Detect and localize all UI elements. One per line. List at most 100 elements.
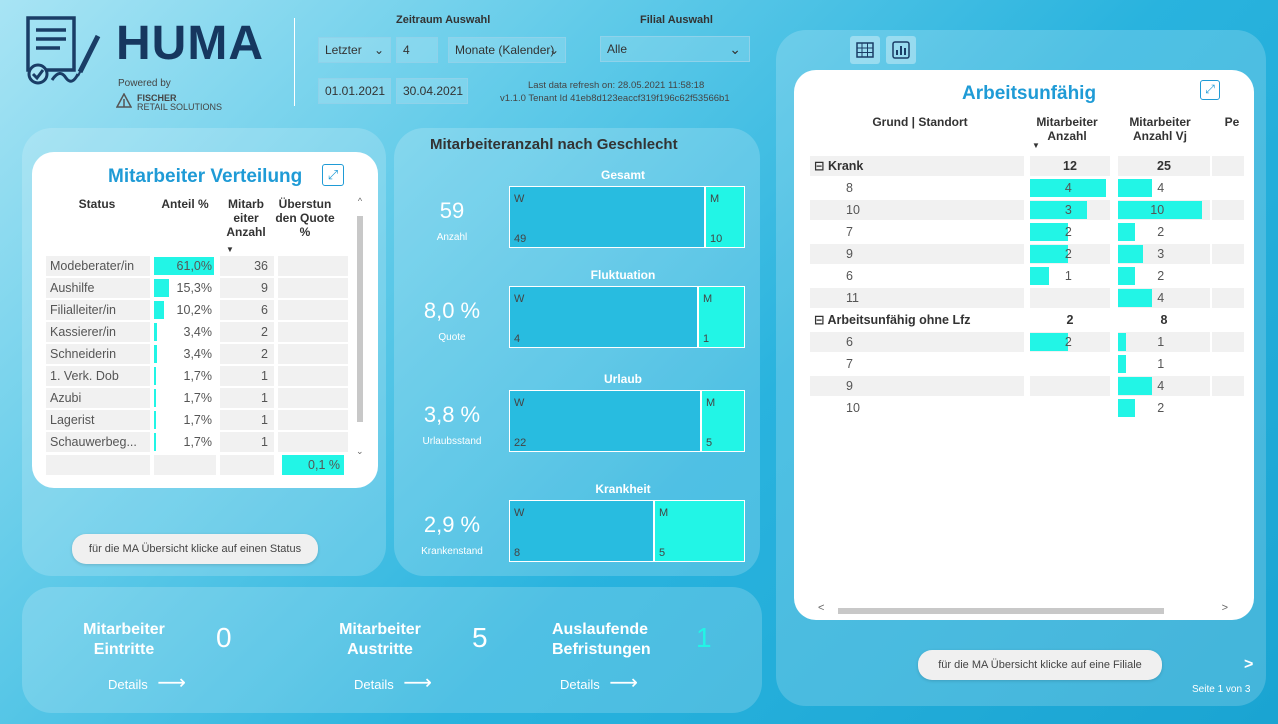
anzahl-cell[interactable]: 9 — [220, 278, 274, 298]
anzahl-cell[interactable]: 1 — [1030, 266, 1110, 286]
anteil-cell[interactable]: 10,2% — [154, 300, 216, 320]
ueber-cell[interactable] — [278, 344, 348, 364]
anzahl-cell[interactable]: 4 — [1030, 178, 1110, 198]
more-cell[interactable] — [1212, 310, 1244, 330]
col-ueberstunden[interactable]: Überstun den Quote % — [274, 197, 336, 239]
standort-cell[interactable]: 10 — [810, 398, 1024, 418]
vj-cell[interactable]: 4 — [1118, 376, 1210, 396]
col-au-vj[interactable]: Mitarbeiter Anzahl Vj — [1114, 115, 1206, 143]
vj-cell[interactable]: 10 — [1118, 200, 1210, 220]
austritte-details[interactable]: Details ⟶ — [354, 670, 432, 695]
vj-cell[interactable]: 4 — [1118, 178, 1210, 198]
vj-cell[interactable]: 3 — [1118, 244, 1210, 264]
vj-cell[interactable]: 2 — [1118, 222, 1210, 242]
anzahl-cell[interactable]: 1 — [220, 388, 274, 408]
status-cell[interactable]: Schneiderin — [46, 344, 150, 364]
standort-cell[interactable]: 7 — [810, 222, 1024, 242]
ueber-cell[interactable] — [278, 300, 348, 320]
group-row-label[interactable]: ⊟ Arbeitsunfähig ohne Lfz — [810, 310, 1024, 330]
scroll-down-icon[interactable]: ⌄ — [356, 446, 364, 457]
period-mode-select[interactable]: Letzter ⌄ — [318, 37, 391, 63]
anzahl-cell[interactable]: 1 — [220, 410, 274, 430]
anteil-cell[interactable]: 61,0% — [154, 256, 216, 276]
scrollbar[interactable]: ^ ⌄ — [355, 196, 365, 458]
anzahl-cell[interactable]: 12 — [1030, 156, 1110, 176]
anzahl-cell[interactable]: 1 — [220, 432, 274, 452]
standort-cell[interactable]: 11 — [810, 288, 1024, 308]
more-cell[interactable] — [1212, 244, 1244, 264]
standort-cell[interactable]: 6 — [810, 332, 1024, 352]
standort-cell[interactable]: 9 — [810, 376, 1024, 396]
more-cell[interactable] — [1212, 222, 1244, 242]
group-row-label[interactable]: ⊟ Krank — [810, 156, 1024, 176]
anzahl-cell[interactable]: 2 — [1030, 310, 1110, 330]
col-anteil[interactable]: Anteil % — [154, 197, 216, 211]
scroll-up-icon[interactable]: ^ — [355, 196, 365, 206]
anzahl-cell[interactable] — [1030, 288, 1110, 308]
standort-cell[interactable]: 7 — [810, 354, 1024, 374]
anzahl-cell[interactable] — [1030, 354, 1110, 374]
status-cell[interactable]: Modeberater/in — [46, 256, 150, 276]
filial-select[interactable]: Alle ⌄ — [600, 36, 750, 62]
anteil-cell[interactable]: 3,4% — [154, 322, 216, 342]
ueber-cell[interactable] — [278, 278, 348, 298]
anteil-cell[interactable]: 1,7% — [154, 432, 216, 452]
status-hint-button[interactable]: für die MA Übersicht klicke auf einen St… — [72, 534, 318, 564]
more-cell[interactable] — [1212, 266, 1244, 286]
anteil-cell[interactable]: 1,7% — [154, 410, 216, 430]
next-page-icon[interactable]: > — [1244, 656, 1253, 674]
more-cell[interactable] — [1212, 178, 1244, 198]
anzahl-cell[interactable]: 2 — [1030, 244, 1110, 264]
eintritte-details[interactable]: Details ⟶ — [108, 670, 186, 695]
anzahl-cell[interactable] — [1030, 376, 1110, 396]
standort-cell[interactable]: 8 — [810, 178, 1024, 198]
status-cell[interactable]: Aushilfe — [46, 278, 150, 298]
more-cell[interactable] — [1212, 288, 1244, 308]
anzahl-cell[interactable]: 2 — [220, 322, 274, 342]
status-cell[interactable]: Kassierer/in — [46, 322, 150, 342]
h-scroll-thumb[interactable] — [838, 608, 1164, 614]
period-unit-select[interactable]: Monate (Kalender) ⌄ — [448, 37, 566, 63]
more-cell[interactable] — [1212, 398, 1244, 418]
vj-cell[interactable]: 8 — [1118, 310, 1210, 330]
collapse-icon[interactable]: ⊟ — [810, 313, 827, 327]
col-anzahl[interactable]: Mitarb eiter Anzahl — [222, 197, 270, 239]
status-cell[interactable]: Azubi — [46, 388, 150, 408]
befristung-details[interactable]: Details ⟶ — [560, 670, 638, 695]
h-scrollbar[interactable]: < > — [812, 602, 1236, 616]
date-from-input[interactable]: 01.01.2021 — [318, 78, 391, 104]
status-cell[interactable]: Lagerist — [46, 410, 150, 430]
date-to-input[interactable]: 30.04.2021 — [396, 78, 468, 104]
col-more[interactable]: Pe — [1222, 115, 1242, 129]
status-cell[interactable]: 1. Verk. Dob — [46, 366, 150, 386]
more-cell[interactable] — [1212, 354, 1244, 374]
standort-cell[interactable]: 10 — [810, 200, 1024, 220]
vj-cell[interactable]: 2 — [1118, 266, 1210, 286]
col-au-anzahl[interactable]: Mitarbeiter Anzahl — [1026, 115, 1108, 143]
ueber-cell[interactable] — [278, 366, 348, 386]
expand-icon[interactable]: ⤢ — [1200, 80, 1220, 100]
standort-cell[interactable]: 6 — [810, 266, 1024, 286]
collapse-icon[interactable]: ⊟ — [810, 159, 828, 173]
ueber-cell[interactable] — [278, 322, 348, 342]
more-cell[interactable] — [1212, 332, 1244, 352]
ueber-cell[interactable] — [278, 410, 348, 430]
chart-view-icon[interactable] — [886, 36, 916, 64]
table-view-icon[interactable] — [850, 36, 880, 64]
anteil-cell[interactable]: 1,7% — [154, 366, 216, 386]
more-cell[interactable] — [1212, 156, 1244, 176]
anteil-cell[interactable]: 3,4% — [154, 344, 216, 364]
scroll-thumb[interactable] — [357, 216, 363, 422]
ueber-cell[interactable] — [278, 432, 348, 452]
anzahl-cell[interactable]: 2 — [220, 344, 274, 364]
anteil-cell[interactable]: 15,3% — [154, 278, 216, 298]
anzahl-cell[interactable]: 2 — [1030, 332, 1110, 352]
anzahl-cell[interactable]: 6 — [220, 300, 274, 320]
col-grund[interactable]: Grund | Standort — [840, 115, 1000, 129]
more-cell[interactable] — [1212, 376, 1244, 396]
vj-cell[interactable]: 2 — [1118, 398, 1210, 418]
period-count-input[interactable]: 4 — [396, 37, 438, 63]
filiale-hint-button[interactable]: für die MA Übersicht klicke auf eine Fil… — [918, 650, 1162, 680]
anzahl-cell[interactable]: 3 — [1030, 200, 1110, 220]
vj-cell[interactable]: 25 — [1118, 156, 1210, 176]
